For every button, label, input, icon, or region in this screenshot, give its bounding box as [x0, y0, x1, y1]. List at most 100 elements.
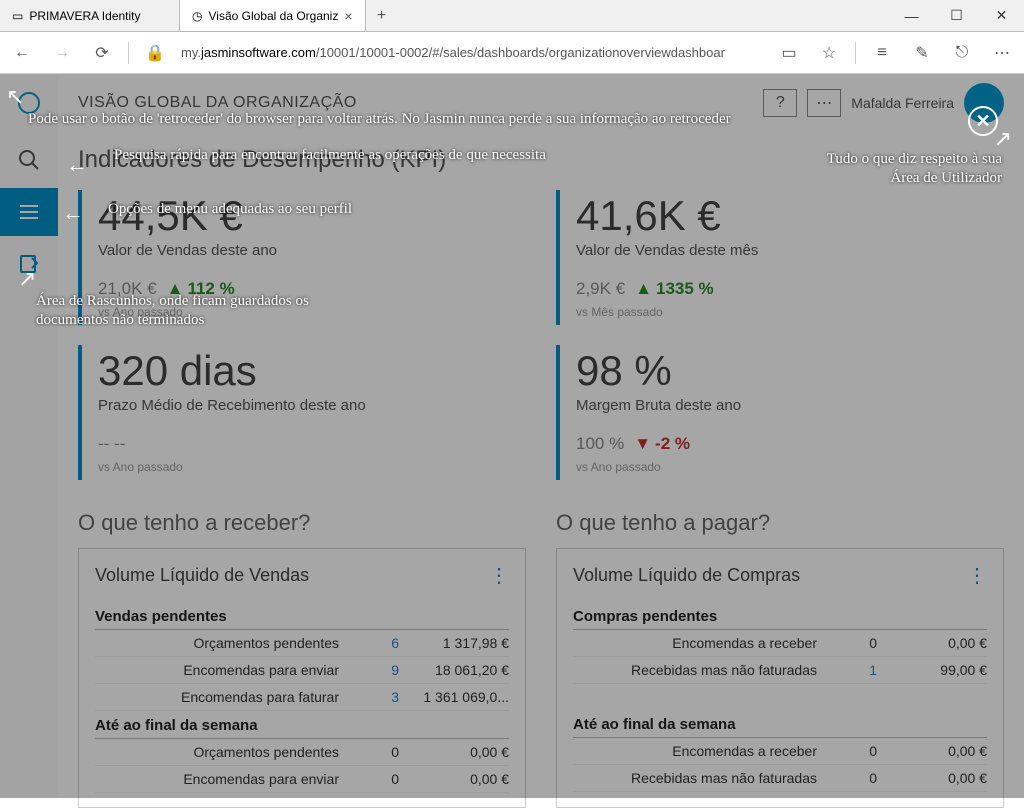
forward-button[interactable]: → [48, 39, 76, 67]
separator [128, 42, 129, 64]
kpi-vs: vs Ano passado [576, 460, 1004, 474]
row-label: Orçamentos pendentes [95, 635, 359, 651]
row-label: Encomendas para enviar [95, 662, 359, 678]
kpi-delta: 1335 % [635, 279, 714, 299]
kpi-prev: 21,0K € [98, 279, 157, 299]
user-name[interactable]: Mafalda Ferreira [851, 95, 954, 111]
row-label: Orçamentos pendentes [95, 744, 359, 760]
close-icon[interactable]: × [344, 8, 352, 24]
refresh-button[interactable]: ⟳ [88, 39, 116, 67]
row-amount: 18 061,20 € [399, 662, 509, 678]
panel-section: Compras pendentes [573, 602, 987, 630]
kpi-value: 320 dias [98, 347, 526, 395]
row-amount: 0,00 € [877, 743, 987, 759]
minimize-button[interactable]: — [889, 0, 934, 31]
kpi-delta: 112 % [167, 279, 235, 299]
search-icon[interactable] [0, 136, 58, 184]
app-header: VISÃO GLOBAL DA ORGANIZAÇÃO ? ⋯ Mafalda … [78, 74, 1004, 132]
kpi-card: 98 % Margem Bruta deste ano 100 % -2 % v… [556, 345, 1004, 480]
new-tab-button[interactable]: + [366, 0, 398, 31]
panel-purchases: Volume Líquido de Compras ⋮ Compras pend… [556, 548, 1004, 808]
reading-icon[interactable]: ▭ [775, 39, 803, 67]
hub-icon[interactable]: ≡ [868, 39, 896, 67]
panel-title: Volume Líquido de Compras [573, 565, 800, 586]
row-label: Recebidas mas não faturadas [573, 662, 837, 678]
browser-toolbar: ← → ⟳ 🔒 my.jasminsoftware.com/10001/1000… [0, 32, 1024, 74]
kpi-grid: 44,5K € Valor de Vendas deste ano 21,0K … [78, 190, 1004, 480]
row-label: Encomendas a receber [573, 743, 837, 759]
kpi-vs: vs Mês passado [576, 305, 1004, 319]
kpi-prev: 100 % [576, 434, 624, 454]
help-button[interactable]: ? [763, 89, 797, 117]
tab-icon: ▭ [12, 9, 23, 23]
url-bar[interactable]: my.jasminsoftware.com/10001/10001-0002/#… [181, 45, 763, 60]
table-row: Encomendas a receber00,00 € [573, 738, 987, 765]
row-label: Encomendas para enviar [95, 771, 359, 787]
kpi-prev: -- -- [98, 434, 125, 454]
table-row: Orçamentos pendentes61 317,98 € [95, 630, 509, 657]
share-icon[interactable]: ⎋ [948, 39, 976, 67]
table-row: Encomendas para enviar918 061,20 € [95, 657, 509, 684]
panel-menu-icon[interactable]: ⋮ [967, 563, 987, 588]
row-count[interactable]: 6 [359, 635, 399, 651]
table-row: Encomendas a receber00,00 € [573, 630, 987, 657]
row-count[interactable]: 9 [359, 662, 399, 678]
row-label: Encomendas a receber [573, 635, 837, 651]
row-amount: 0,00 € [399, 771, 509, 787]
maximize-button[interactable]: ☐ [934, 0, 979, 31]
row-count: 0 [837, 635, 877, 651]
row-amount: 0,00 € [877, 635, 987, 651]
kpi-value: 44,5K € [98, 192, 526, 240]
row-count: 0 [837, 770, 877, 786]
row-count[interactable]: 3 [359, 689, 399, 705]
browser-tab[interactable]: ▭ PRIMAVERA Identity [0, 0, 180, 31]
app-logo[interactable] [0, 74, 58, 132]
back-button[interactable]: ← [8, 39, 36, 67]
tour-close-button[interactable]: ✕ [968, 106, 998, 136]
table-row: Orçamentos pendentes00,00 € [95, 739, 509, 766]
close-button[interactable]: ✕ [979, 0, 1024, 31]
tab-title: Visão Global da Organiz [208, 9, 338, 23]
tab-title: PRIMAVERA Identity [29, 9, 140, 23]
kpi-value: 98 % [576, 347, 1004, 395]
browser-tab[interactable]: ◷ Visão Global da Organiz × [180, 0, 366, 31]
more-icon[interactable]: ⋯ [988, 39, 1016, 67]
kpi-card: 44,5K € Valor de Vendas deste ano 21,0K … [78, 190, 526, 325]
kpi-value: 41,6K € [576, 192, 1004, 240]
sub-heading: O que tenho a receber? [78, 510, 526, 536]
table-row: Encomendas para faturar31 361 069,0... [95, 684, 509, 711]
kpi-delta: -2 % [634, 434, 690, 454]
page-title: VISÃO GLOBAL DA ORGANIZAÇÃO [78, 94, 357, 112]
table-row: Recebidas mas não faturadas00,00 € [573, 765, 987, 792]
browser-tab-strip: ▭ PRIMAVERA Identity ◷ Visão Global da O… [0, 0, 1024, 32]
row-amount: 0,00 € [877, 770, 987, 786]
menu-icon[interactable] [0, 188, 58, 236]
row-count: 0 [359, 744, 399, 760]
kpi-label: Margem Bruta deste ano [576, 397, 1004, 414]
kpi-prev: 2,9K € [576, 279, 625, 299]
panel-sales: Volume Líquido de Vendas ⋮ Vendas penden… [78, 548, 526, 808]
drafts-icon[interactable] [0, 240, 58, 288]
more-button[interactable]: ⋯ [807, 89, 841, 117]
url-host: jasminsoftware.com [201, 45, 316, 60]
section-title: Indicadores de Desempenho (KPI) [78, 146, 1004, 174]
kpi-label: Valor de Vendas deste ano [98, 242, 526, 259]
row-count[interactable]: 1 [837, 662, 877, 678]
window-controls: — ☐ ✕ [889, 0, 1024, 31]
kpi-card: 41,6K € Valor de Vendas deste mês 2,9K €… [556, 190, 1004, 325]
separator [855, 42, 856, 64]
row-count: 0 [359, 771, 399, 787]
panel-section: Vendas pendentes [95, 602, 509, 630]
content-area: VISÃO GLOBAL DA ORGANIZAÇÃO ? ⋯ Mafalda … [58, 74, 1024, 798]
url-path: /10001/10001-0002/#/sales/dashboards/org… [316, 45, 725, 60]
notes-icon[interactable]: ✎ [908, 39, 936, 67]
favorite-icon[interactable]: ☆ [815, 39, 843, 67]
row-amount: 1 361 069,0... [399, 689, 509, 705]
row-amount: 0,00 € [399, 744, 509, 760]
app-root: VISÃO GLOBAL DA ORGANIZAÇÃO ? ⋯ Mafalda … [0, 74, 1024, 798]
row-label: Recebidas mas não faturadas [573, 770, 837, 786]
panel-menu-icon[interactable]: ⋮ [489, 563, 509, 588]
row-amount: 99,00 € [877, 662, 987, 678]
table-row: Encomendas para enviar00,00 € [95, 766, 509, 793]
kpi-vs: vs Ano passado [98, 460, 526, 474]
